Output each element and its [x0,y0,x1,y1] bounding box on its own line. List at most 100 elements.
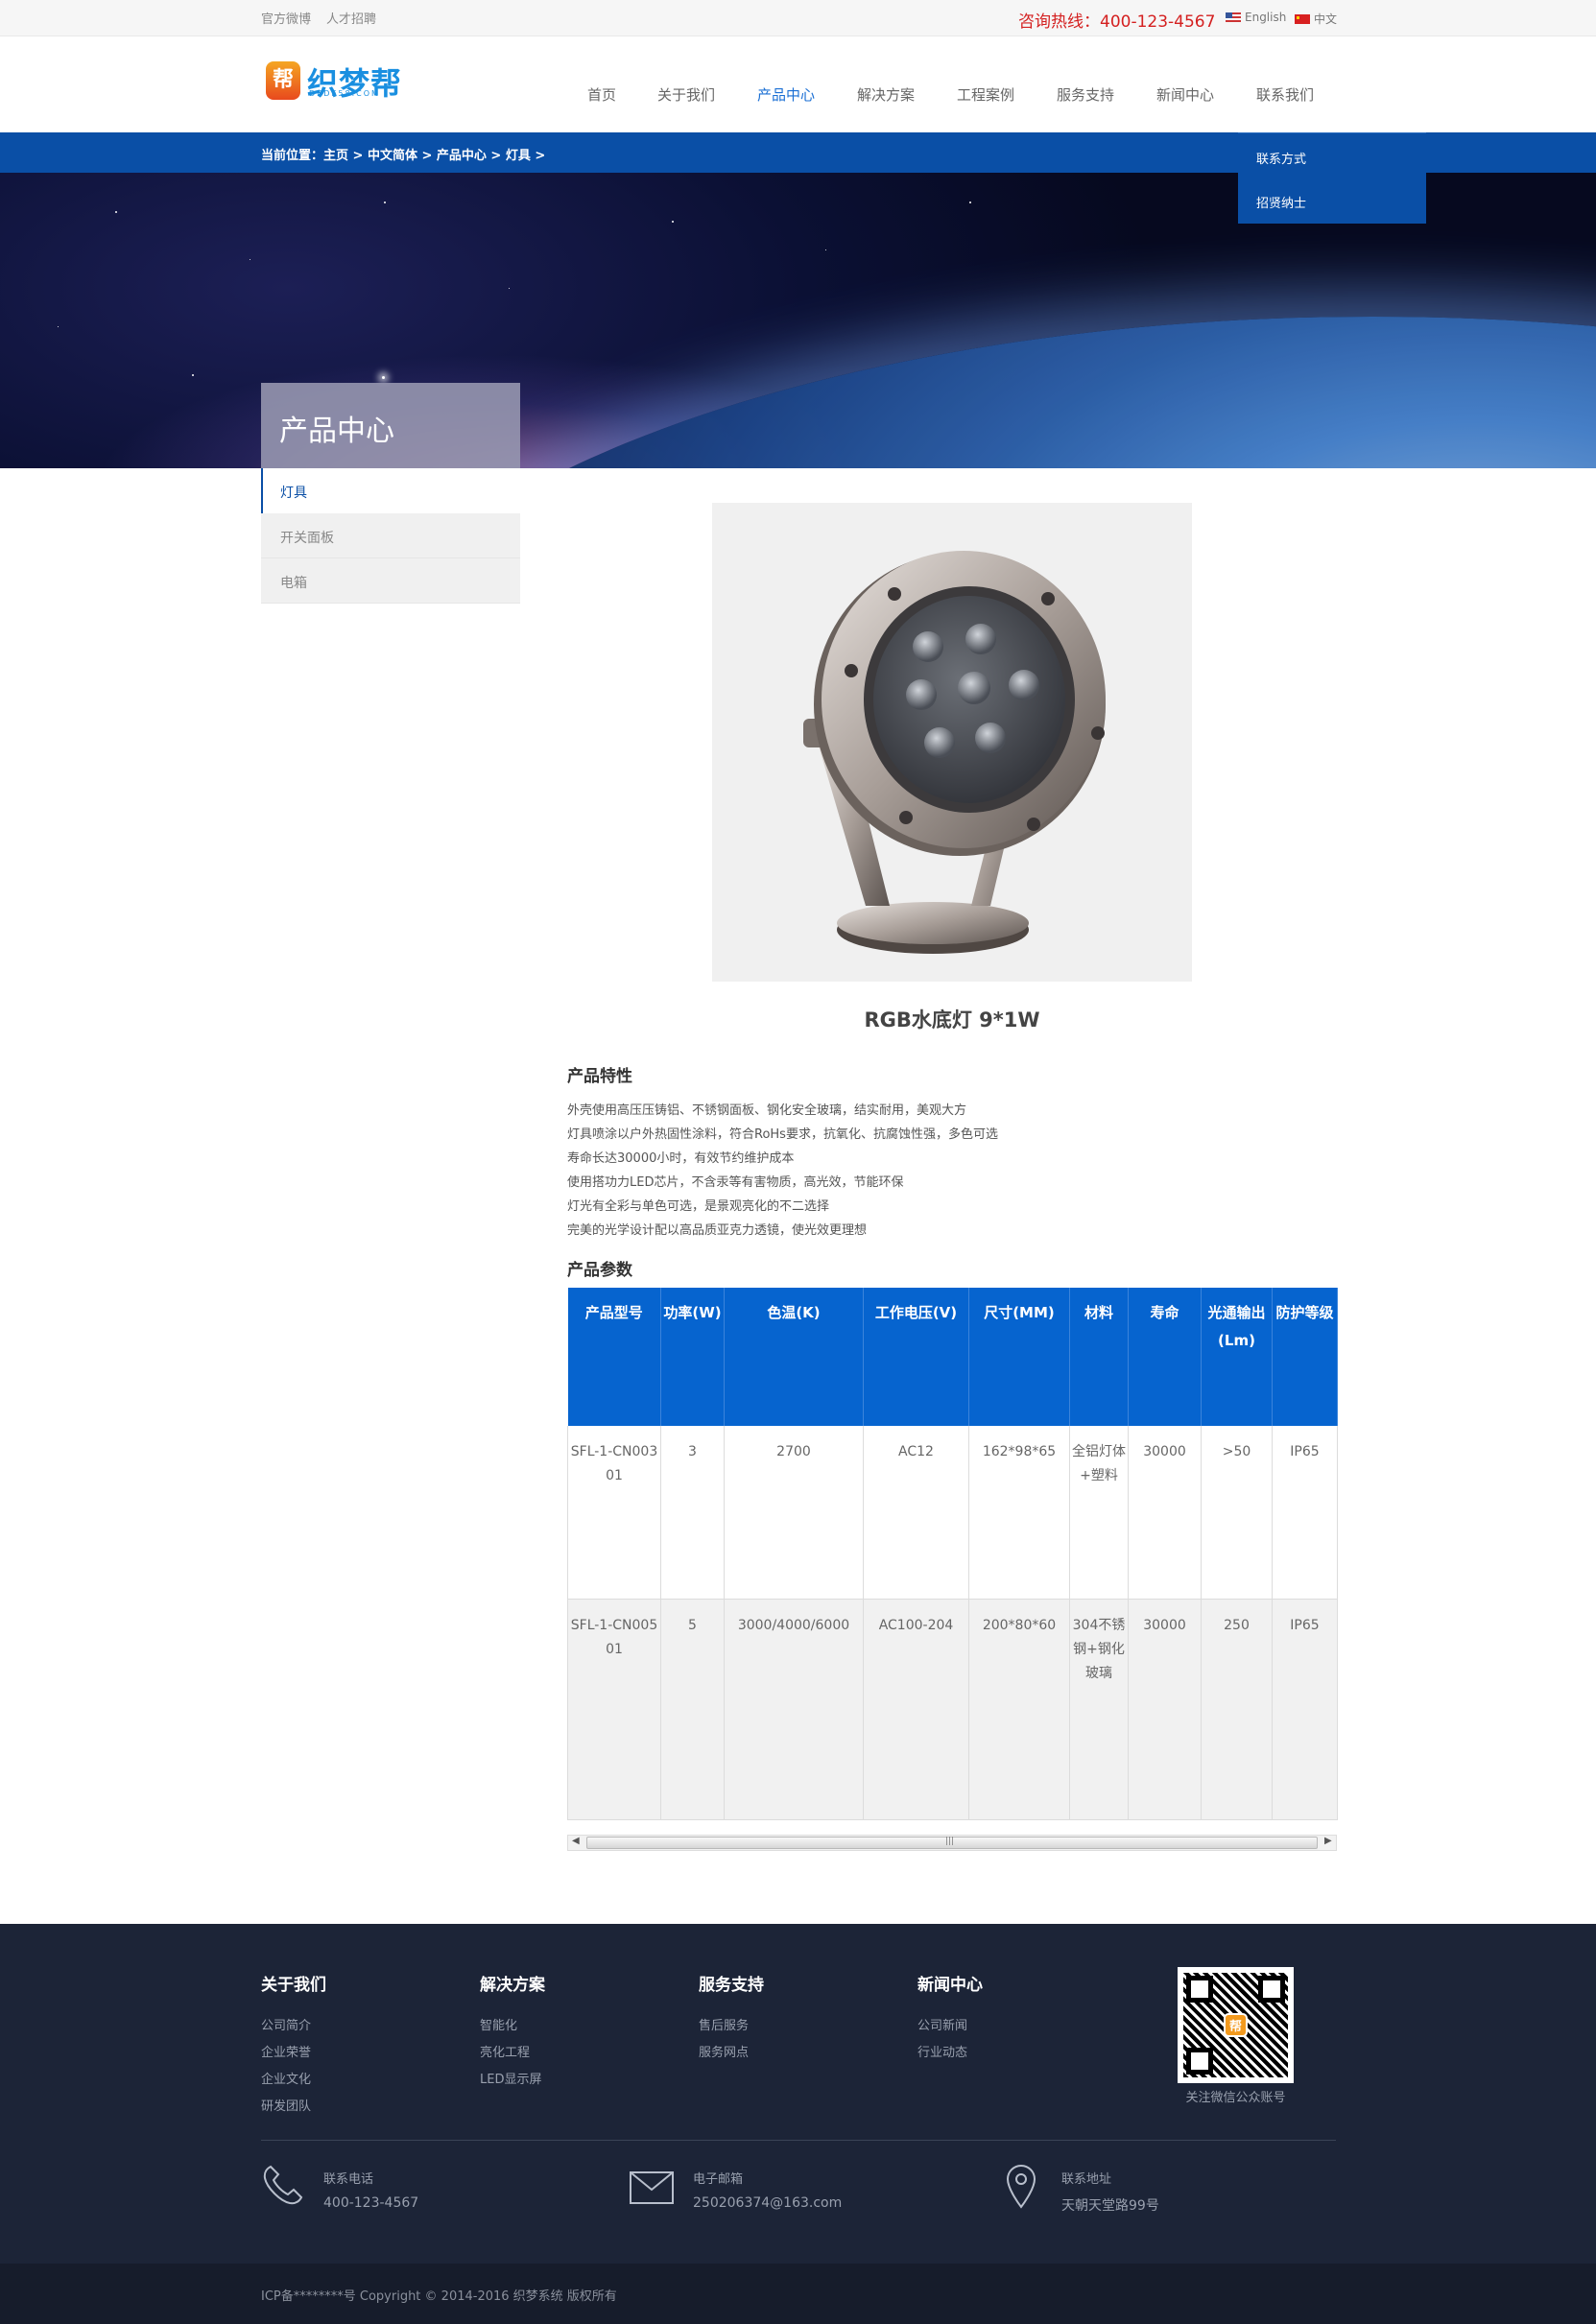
table-cell: AC100-204 [863,1599,969,1820]
table-row: SFL-1-CN00301 3 2700 AC12 162*98*65 全铝灯体… [567,1426,1338,1600]
table-cell: SFL-1-CN00501 [567,1599,661,1820]
table-cell: 304不锈钢+钢化玻璃 [1069,1599,1129,1820]
table-cell: AC12 [863,1426,969,1600]
lang-english-link[interactable]: English [1226,11,1286,24]
dropdown-contact-info[interactable]: 联系方式 [1256,149,1306,167]
product-image [712,503,1192,982]
table-cell: SFL-1-CN00301 [567,1426,661,1600]
logo-subtext: DEDE58.COM [309,89,380,98]
footer-link[interactable]: 企业文化 [261,2069,311,2087]
sidebar-item-label[interactable]: 电箱 [280,573,307,592]
mail-icon [630,2171,674,2204]
qr-caption: 关注微信公众账号 [1185,2091,1286,2105]
table-header: 尺寸(MM) [968,1288,1070,1426]
table-cell: IP65 [1272,1599,1338,1820]
us-flag-icon [1226,12,1241,22]
copyright-text: ICP备********号 Copyright © 2014-2016 织梦系统… [261,2289,617,2304]
top-bar [0,0,1596,36]
contact-label: 联系电话 [323,2172,374,2187]
table-cell: 250 [1201,1599,1273,1820]
footer-link[interactable]: 服务网点 [699,2042,749,2060]
scroll-left-arrow-icon[interactable]: ◀ [572,1836,580,1846]
nav-solutions[interactable]: 解决方案 [857,84,915,105]
footer-col-title: 解决方案 [480,1976,545,1995]
hotline-text: 咨询热线：400-123-4567 [1018,12,1216,32]
feature-line: 完美的光学设计配以高品质亚克力透镜，使光效更理想 [567,1223,868,1238]
table-row: SFL-1-CN00501 5 3000/4000/6000 AC100-204… [567,1599,1338,1820]
table-cell: 全铝灯体+塑料 [1069,1426,1129,1600]
contact-value: 250206374@163.com [693,2195,843,2211]
table-cell: IP65 [1272,1426,1338,1600]
table-header: 工作电压(V) [863,1288,969,1426]
recruit-link[interactable]: 人才招聘 [326,9,376,27]
nav-support[interactable]: 服务支持 [1057,84,1114,105]
footer-link[interactable]: 研发团队 [261,2096,311,2114]
breadcrumb[interactable]: 当前位置：主页 > 中文简体 > 产品中心 > 灯具 > [261,145,545,163]
table-header: 寿命 [1128,1288,1202,1426]
lang-chinese-label: 中文 [1314,12,1338,26]
footer-link[interactable]: 售后服务 [699,2015,749,2033]
feature-line: 灯具喷涂以户外热固性涂料，符合RoHs要求，抗氧化、抗腐蚀性强，多色可选 [567,1127,998,1142]
table-cell: 3000/4000/6000 [724,1599,864,1820]
table-header: 色温(K) [724,1288,864,1426]
scrollbar-grip-icon: ||| [945,1837,955,1846]
feature-line: 寿命长达30000小时，有效节约维护成本 [567,1151,795,1166]
nav-about[interactable]: 关于我们 [657,84,715,105]
nav-contact[interactable]: 联系我们 [1256,84,1314,105]
phone-icon [263,2165,303,2205]
logo-icon[interactable]: 帮 [266,61,300,100]
qr-logo-icon: 帮 [1224,2013,1248,2037]
scroll-right-arrow-icon[interactable]: ▶ [1324,1836,1332,1846]
cn-flag-icon [1295,13,1310,24]
table-header: 产品型号 [567,1288,661,1426]
footer-divider [261,2140,1336,2141]
table-cell: 5 [660,1599,725,1820]
table-cell: >50 [1201,1426,1273,1600]
footer-col-title: 新闻中心 [917,1976,983,1995]
lang-chinese-link[interactable]: 中文 [1295,11,1337,27]
nav-cases[interactable]: 工程案例 [957,84,1014,105]
lang-english-label: English [1245,11,1287,24]
footer [0,1924,1596,2264]
table-header: 材料 [1069,1288,1129,1426]
table-header: 光通输出(Lm) [1201,1288,1273,1426]
table-cell: 3 [660,1426,725,1600]
params-title: 产品参数 [567,1261,632,1280]
section-title: 产品中心 [279,415,394,448]
underwater-light-illustration [803,551,1106,954]
footer-link[interactable]: 智能化 [480,2015,517,2033]
wechat-qr-code: 帮 [1178,1967,1294,2083]
product-name: RGB水底灯 9*1W [864,1008,1040,1032]
params-table: 产品型号 功率(W) 色温(K) 工作电压(V) 尺寸(MM) 材料 寿命 光通… [567,1288,1338,1820]
nav-home[interactable]: 首页 [587,84,616,105]
table-cell: 30000 [1128,1599,1202,1820]
feature-line: 使用搭功力LED芯片，不含汞等有害物质，高光效，节能环保 [567,1175,904,1190]
feature-line: 灯光有全彩与单色可选，是景观亮化的不二选择 [567,1199,830,1214]
sidebar-item-label[interactable]: 灯具 [280,483,307,502]
footer-col-title: 关于我们 [261,1976,326,1995]
table-cell: 162*98*65 [968,1426,1070,1600]
weibo-link[interactable]: 官方微博 [261,9,311,27]
table-cell: 30000 [1128,1426,1202,1600]
footer-link[interactable]: LED显示屏 [480,2069,541,2087]
table-header: 防护等级 [1272,1288,1338,1426]
footer-link[interactable]: 公司简介 [261,2015,311,2033]
table-cell: 200*80*60 [968,1599,1070,1820]
location-pin-icon [1006,2165,1036,2209]
contact-label: 联系地址 [1061,2172,1112,2187]
footer-link[interactable]: 公司新闻 [917,2015,967,2033]
table-header: 功率(W) [660,1288,725,1426]
footer-link[interactable]: 亮化工程 [480,2042,530,2060]
nav-news[interactable]: 新闻中心 [1156,84,1214,105]
table-cell: 2700 [724,1426,864,1600]
footer-col-title: 服务支持 [699,1976,764,1995]
dropdown-recruitment[interactable]: 招贤纳士 [1256,193,1306,211]
contact-value: 400-123-4567 [323,2195,419,2211]
sidebar-item-label[interactable]: 开关面板 [280,528,334,547]
footer-link[interactable]: 行业动态 [917,2042,967,2060]
features-title: 产品特性 [567,1067,632,1086]
footer-link[interactable]: 企业荣誉 [261,2042,311,2060]
contact-value: 天朝天堂路99号 [1061,2198,1159,2214]
nav-products[interactable]: 产品中心 [757,84,815,105]
bottom-bar [0,2264,1596,2324]
